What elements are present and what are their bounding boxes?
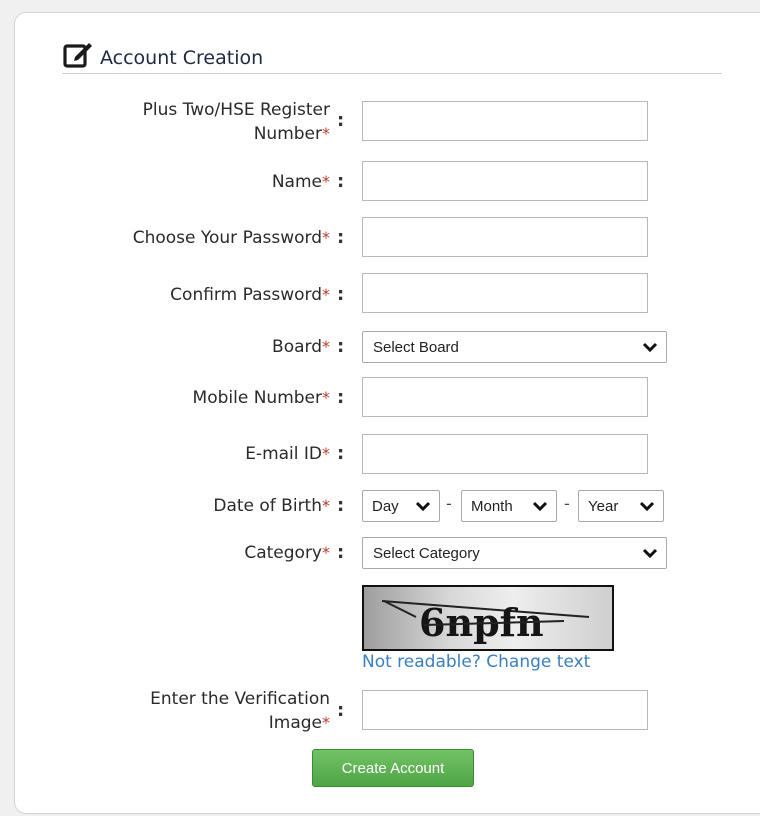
dob-year-select[interactable]: Year (578, 490, 664, 522)
email-label: E-mail ID* (245, 444, 330, 464)
dob-label: Date of Birth* (213, 496, 330, 516)
name-input[interactable] (362, 161, 648, 201)
separator-colon: : (337, 171, 345, 192)
confirm-password-input[interactable] (362, 273, 648, 313)
change-captcha-link[interactable]: Not readable? Change text (362, 652, 590, 672)
captcha-image: 6npfn (362, 585, 614, 651)
confirm-password-label: Confirm Password* (170, 285, 330, 305)
password-label: Choose Your Password* (132, 228, 330, 248)
separator-colon: : (337, 336, 345, 357)
create-account-button[interactable]: Create Account (312, 749, 474, 787)
mobile-number-label: Mobile Number* (192, 388, 330, 408)
category-select[interactable]: Select Category (362, 537, 667, 569)
edit-icon (63, 43, 92, 68)
dob-day-select[interactable]: Day (362, 490, 440, 522)
dob-dash: - (564, 494, 570, 513)
name-label: Name* (271, 172, 330, 192)
chevron-down-icon (642, 548, 658, 559)
verification-label: Enter the Verification Image* (150, 689, 330, 733)
separator-colon: : (337, 542, 345, 563)
separator-colon: : (337, 700, 345, 721)
board-select-value: Select Board (373, 338, 459, 356)
separator-colon: : (337, 227, 345, 248)
captcha-graphic: 6npfn (381, 600, 590, 645)
dob-day-value: Day (372, 497, 399, 515)
form-title: Account Creation (100, 47, 264, 69)
password-input[interactable] (362, 217, 648, 257)
board-select[interactable]: Select Board (362, 331, 667, 363)
register-number-label: Plus Two/HSE Register Number* (142, 100, 330, 144)
chevron-down-icon (415, 501, 431, 512)
category-select-value: Select Category (373, 544, 480, 562)
separator-colon: : (337, 284, 345, 305)
separator-colon: : (337, 495, 345, 516)
chevron-down-icon (532, 501, 548, 512)
mobile-number-input[interactable] (362, 377, 648, 417)
category-label: Category* (244, 543, 330, 563)
register-number-input[interactable] (362, 101, 648, 141)
email-input[interactable] (362, 434, 648, 474)
verification-input[interactable] (362, 690, 648, 730)
separator-colon: : (337, 443, 345, 464)
chevron-down-icon (642, 342, 658, 353)
dob-year-value: Year (588, 497, 619, 515)
dob-dash: - (446, 494, 452, 513)
legend-divider (62, 73, 722, 74)
dob-month-select[interactable]: Month (461, 490, 557, 522)
separator-colon: : (337, 110, 345, 131)
chevron-down-icon (639, 501, 655, 512)
separator-colon: : (337, 387, 345, 408)
board-label: Board* (272, 337, 330, 357)
dob-month-value: Month (471, 497, 513, 515)
form-legend: Account Creation (62, 38, 263, 70)
